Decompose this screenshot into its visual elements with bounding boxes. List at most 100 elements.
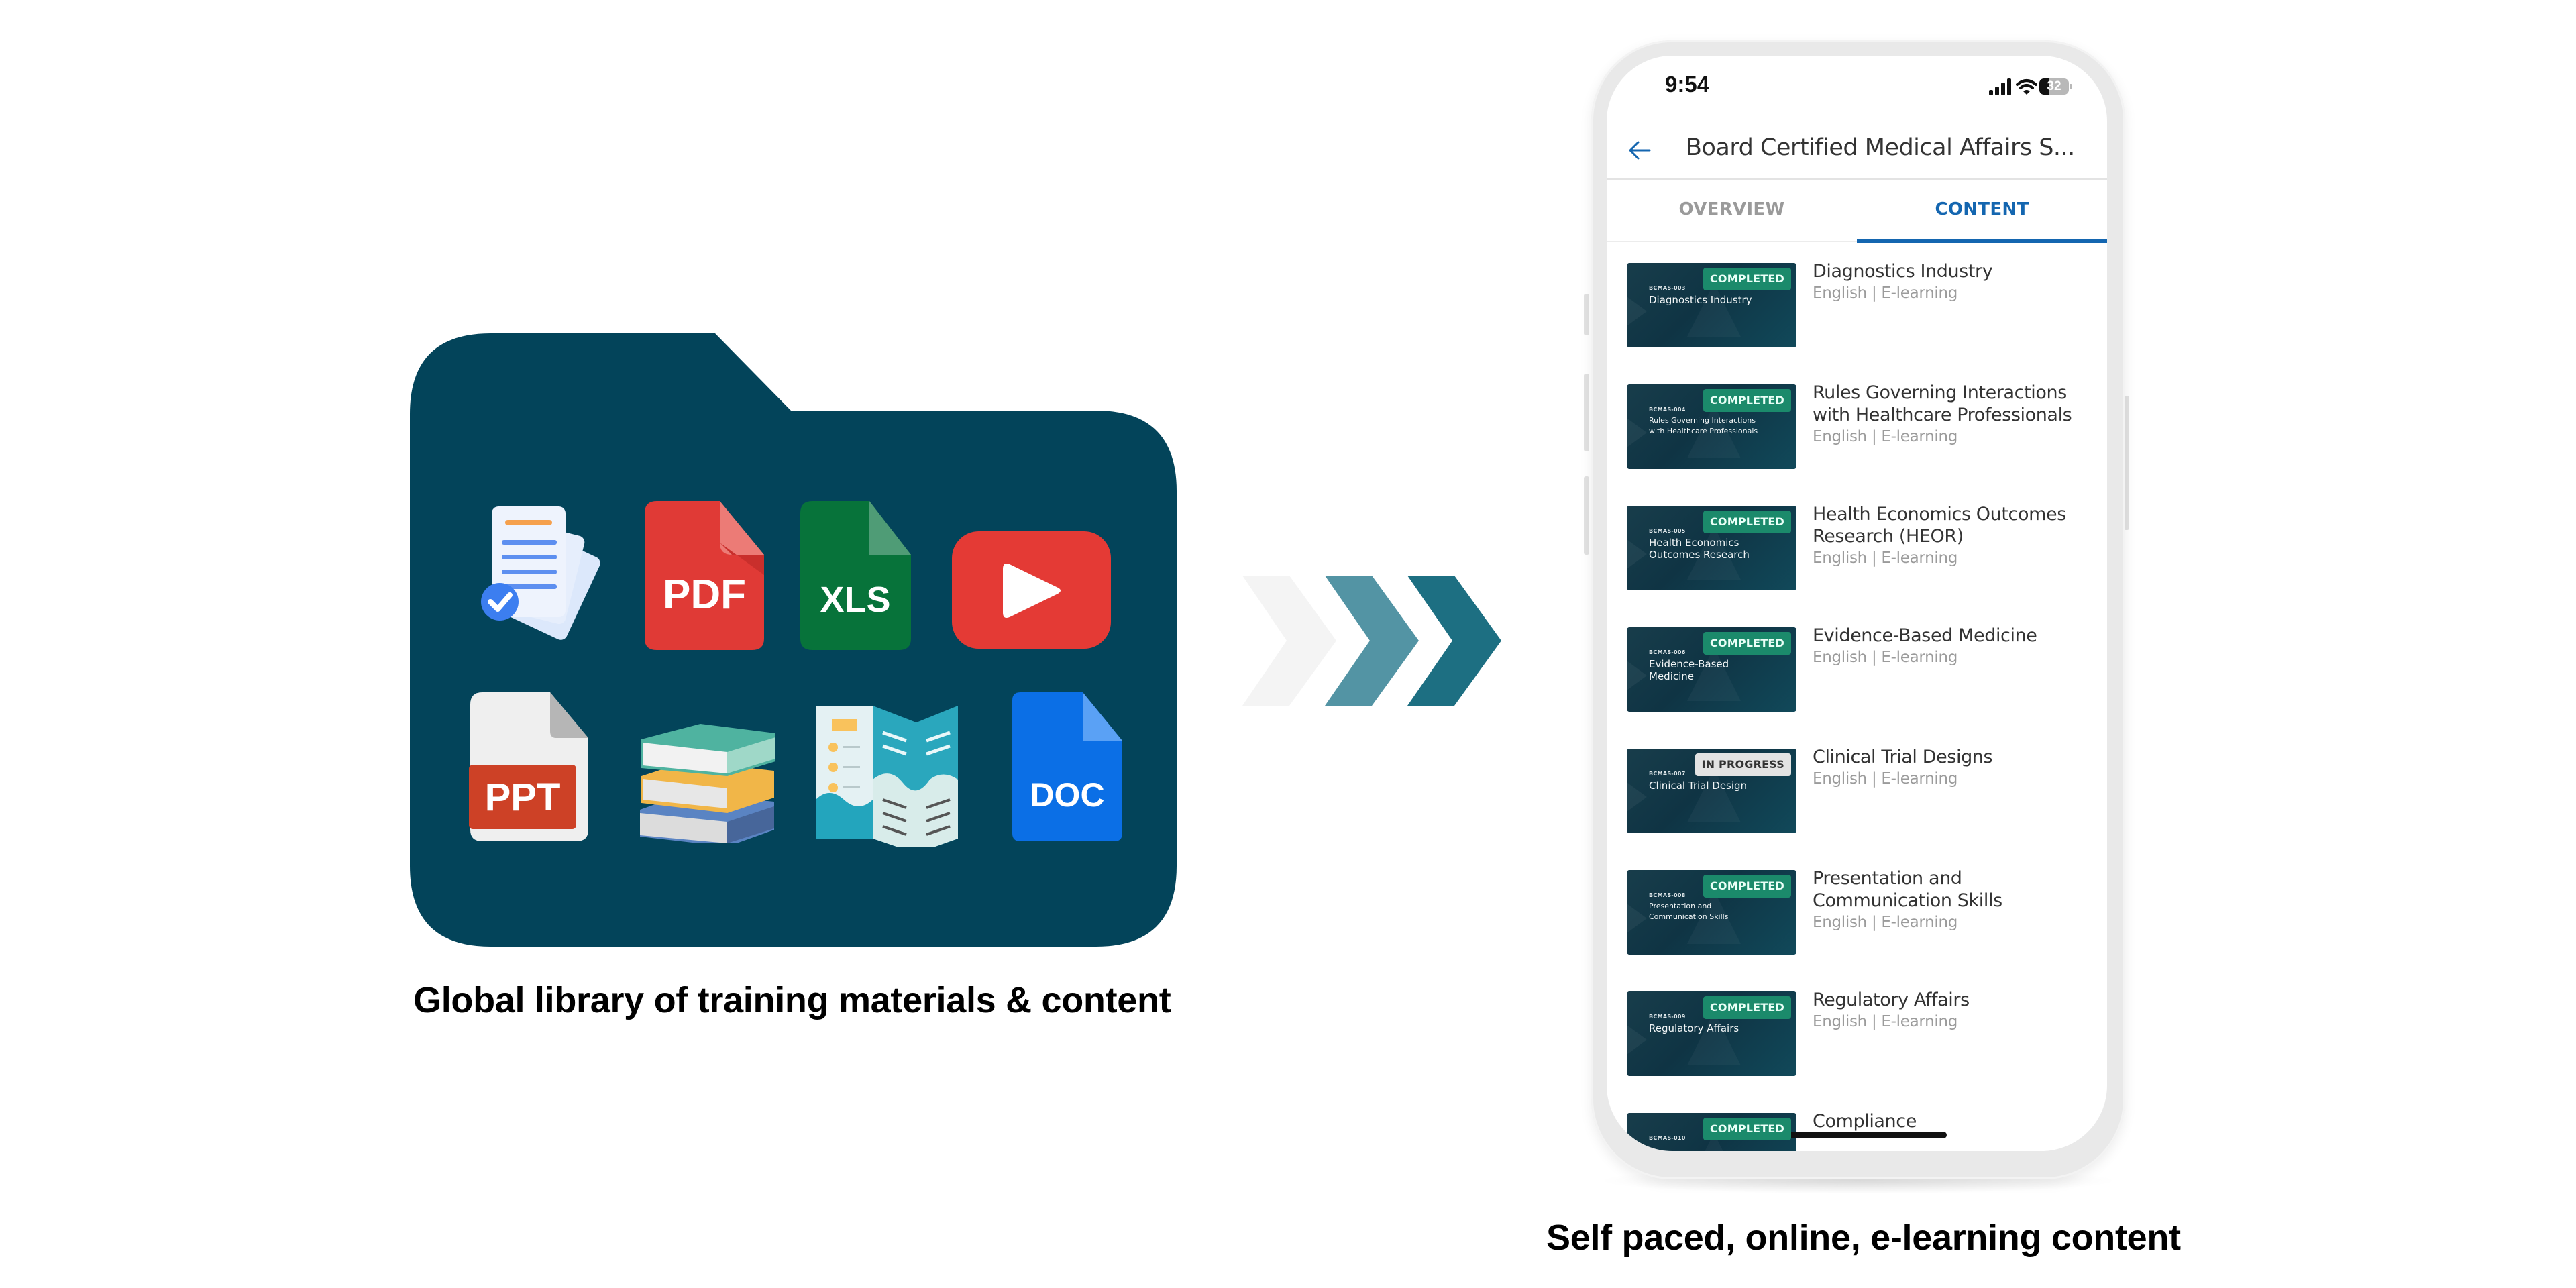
library-caption: Global library of training materials & c… [413,980,1171,1020]
course-title-text: Evidence-Based Medicine [1813,625,2037,646]
course-title: Regulatory Affairs English | E-learning [1813,989,2094,1032]
course-code: BCMAS-010 [1649,1135,1686,1141]
course-title: Diagnostics Industry English | E-learnin… [1813,260,2094,304]
course-code: BCMAS-006 [1649,649,1686,655]
books-stack-icon [633,709,781,843]
course-meta: English | E-learning [1813,428,1958,445]
course-meta: English | E-learning [1813,284,1958,302]
course-list-item[interactable]: BCMAS-006 Evidence-Based Medicine COMPLE… [1607,625,2107,741]
chevron-right-icon [1242,576,1336,706]
status-badge: COMPLETED [1703,389,1791,412]
documents-checked-icon [472,501,606,642]
course-title-text: Regulatory Affairs [1813,989,1970,1010]
course-meta: English | E-learning [1813,914,1958,931]
course-thumbnail: BCMAS-009 Regulatory Affairs COMPLETED [1627,991,1796,1076]
course-code: BCMAS-007 [1649,771,1686,777]
content-library-folder: PDF XLS PPT DOC [410,333,1177,947]
video-play-icon [952,531,1113,652]
course-list-item[interactable]: BCMAS-005 Health Economics Outcomes Rese… [1607,503,2107,620]
course-code: BCMAS-003 [1649,285,1686,291]
course-title-text: Compliance [1813,1111,1917,1132]
course-list-item[interactable]: BCMAS-003 Diagnostics Industry COMPLETED… [1607,260,2107,377]
tab-content[interactable]: CONTENT [1857,180,2107,243]
thumbnail-title: Health Economics Outcomes Research [1649,537,1750,561]
course-meta: English | E-learning [1813,770,1958,788]
status-badge: COMPLETED [1703,632,1791,655]
course-title-text: Diagnostics Industry [1813,261,1993,282]
course-list-item[interactable]: BCMAS-009 Regulatory Affairs COMPLETED R… [1607,989,2107,1106]
ppt-file-icon: PPT [469,692,590,843]
status-badge: COMPLETED [1703,268,1791,290]
battery-nub [2070,84,2072,89]
volume-up-button [1584,374,1589,451]
course-title: Presentation and Communication Skills En… [1813,867,2094,933]
course-title-text: Clinical Trial Designs [1813,747,1993,767]
course-title-text: Presentation and Communication Skills [1813,868,2002,911]
thumbnail-title: Evidence-Based Medicine [1649,658,1729,682]
thumbnail-title: Regulatory Affairs [1649,1022,1739,1034]
brochure-icon [816,706,963,847]
course-thumbnail: BCMAS-005 Health Economics Outcomes Rese… [1627,506,1796,590]
pdf-label: PDF [663,572,746,618]
course-title: Evidence-Based Medicine English | E-lear… [1813,625,2094,668]
course-list-item[interactable]: BCMAS-007 Clinical Trial Design IN PROGR… [1607,746,2107,863]
battery-icon: 32 [2039,78,2069,95]
course-code: BCMAS-004 [1649,407,1686,413]
course-title: Rules Governing Interactions with Health… [1813,382,2094,447]
status-badge: COMPLETED [1703,511,1791,533]
course-meta: English | E-learning [1813,549,1958,567]
course-list-item[interactable]: BCMAS-004 Rules Governing Interactions w… [1607,382,2107,498]
chevron-right-icon [1407,576,1501,706]
course-meta: English | E-learning [1813,1013,1958,1030]
arrow-left-icon [1629,141,1651,160]
course-list-item[interactable]: BCMAS-008 Presentation and Communication… [1607,867,2107,984]
thumbnail-title: Diagnostics Industry [1649,294,1752,306]
status-badge: IN PROGRESS [1695,753,1791,776]
status-badge: COMPLETED [1703,996,1791,1019]
wifi-icon [2016,79,2037,95]
course-thumbnail: BCMAS-004 Rules Governing Interactions w… [1627,384,1796,469]
tab-bar: OVERVIEW CONTENT [1607,180,2107,243]
status-icons: 32 [1989,77,2083,97]
course-thumbnail: BCMAS-007 Clinical Trial Design IN PROGR… [1627,749,1796,833]
volume-down-button [1584,476,1589,555]
page-title: Board Certified Medical Affairs S... [1686,134,2075,161]
ppt-label: PPT [485,775,561,819]
elearning-caption: Self paced, online, e-learning content [1546,1218,2181,1258]
progress-arrows [1241,574,1509,708]
doc-label: DOC [1030,776,1104,814]
xls-file-icon: XLS [800,501,913,652]
course-thumbnail: BCMAS-010 COMPLETED [1627,1113,1796,1151]
course-thumbnail: BCMAS-006 Evidence-Based Medicine COMPLE… [1627,627,1796,712]
thumbnail-title: Presentation and Communication Skills [1649,902,1729,921]
course-code: BCMAS-009 [1649,1014,1686,1020]
mute-switch [1584,294,1589,335]
cellular-signal-icon [1989,78,2011,95]
course-code: BCMAS-008 [1649,892,1686,898]
doc-file-icon: DOC [1012,692,1125,843]
course-title-text: Health Economics Outcomes Research (HEOR… [1813,504,2066,547]
thumbnail-title: Rules Governing Interactions with Health… [1649,416,1758,435]
pdf-file-icon: PDF [645,501,765,652]
tab-overview[interactable]: OVERVIEW [1607,180,1857,241]
course-thumbnail: BCMAS-008 Presentation and Communication… [1627,870,1796,955]
course-meta: English | E-learning [1813,649,1958,666]
course-list[interactable]: BCMAS-003 Diagnostics Industry COMPLETED… [1607,243,2107,1151]
course-thumbnail: BCMAS-003 Diagnostics Industry COMPLETED [1627,263,1796,347]
phone-screen: 9:54 32 Board Certified Medical Affairs … [1607,56,2107,1151]
status-badge: COMPLETED [1703,875,1791,898]
status-time: 9:54 [1665,72,1710,97]
course-title-text: Rules Governing Interactions with Health… [1813,382,2072,425]
course-code: BCMAS-005 [1649,528,1686,534]
course-title: Health Economics Outcomes Research (HEOR… [1813,503,2094,569]
thumbnail-title: Clinical Trial Design [1649,780,1748,792]
status-badge: COMPLETED [1703,1118,1791,1140]
xls-label: XLS [820,580,890,620]
course-title: Compliance [1813,1110,2094,1132]
course-title: Clinical Trial Designs English | E-learn… [1813,746,2094,790]
home-indicator[interactable] [1768,1132,1947,1138]
app-header: Board Certified Medical Affairs S... [1607,125,2107,180]
back-button[interactable] [1625,136,1655,165]
chevron-right-icon [1325,576,1419,706]
battery-percent: 32 [2047,79,2061,93]
